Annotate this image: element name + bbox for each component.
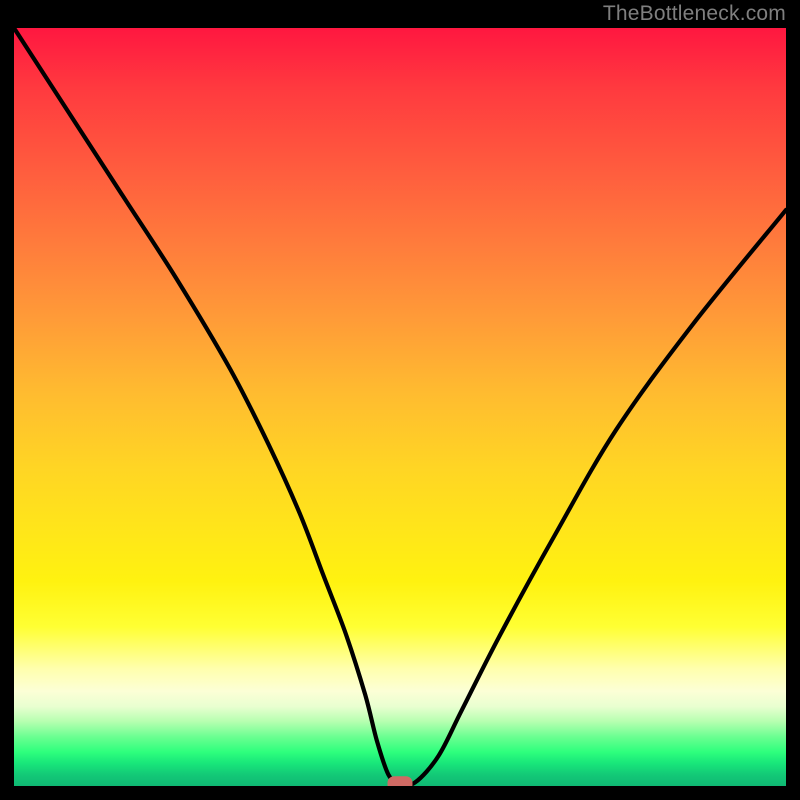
chart-frame: TheBottleneck.com [0,0,800,800]
chart-svg [14,28,786,786]
bottleneck-curve [14,28,786,785]
optimal-point-marker [388,777,412,786]
plot-area [14,28,786,786]
watermark-text: TheBottleneck.com [603,2,786,26]
